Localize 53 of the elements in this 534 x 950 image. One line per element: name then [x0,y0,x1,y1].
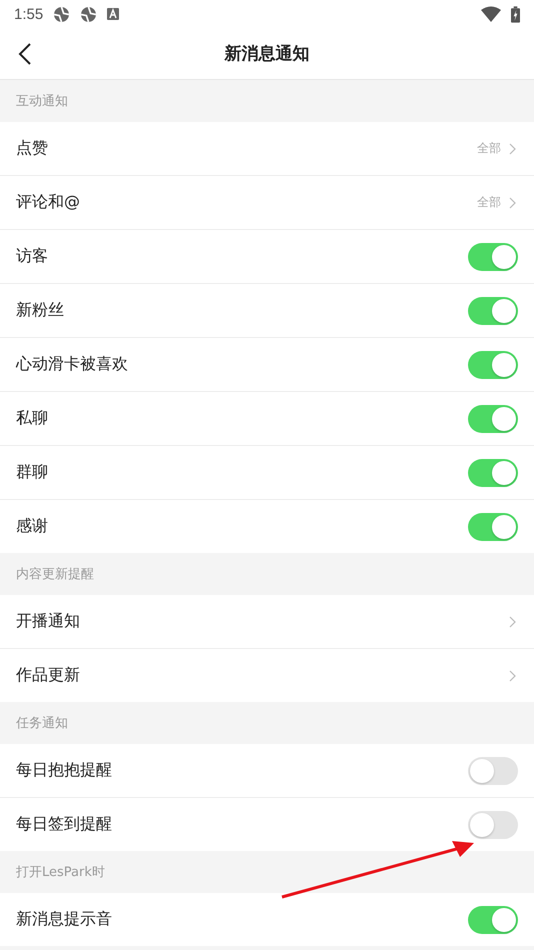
wifi-icon [481,6,501,22]
settings-row[interactable]: 新粉丝 [0,284,534,338]
app-notification-icon [107,8,120,20]
settings-row[interactable]: 感谢 [0,500,534,553]
toggle-switch[interactable] [468,458,518,486]
row-label: 作品更新 [16,665,81,686]
page-title: 新消息通知 [224,43,310,65]
section-header: 内容更新提醒 [16,566,94,583]
row-label: 私聊 [16,408,49,429]
chevron-right-icon [509,142,516,154]
row-label: 开播通知 [16,611,81,632]
row-label: 群聊 [16,462,49,483]
aperture-icon [80,6,98,22]
settings-row[interactable]: 每日签到提醒 [0,798,534,851]
section-header: 打开LesPark时 [16,864,105,881]
row-label: 新消息提示音 [16,909,113,930]
settings-row[interactable]: 评论和@ 全部 [0,176,534,230]
toggle-switch[interactable] [468,512,518,540]
row-label: 评论和@ [16,192,81,213]
row-label: 点赞 [16,138,49,159]
toggle-switch[interactable] [468,404,518,432]
row-label: 感谢 [16,516,49,537]
toggle-switch[interactable] [468,810,518,838]
aperture-icon [53,6,70,22]
toggle-switch[interactable] [468,242,518,270]
settings-row[interactable]: 开播通知 [0,595,534,649]
row-value: 全部 [477,140,501,157]
row-label: 每日抱抱提醒 [16,760,113,781]
settings-row[interactable]: 心动滑卡被喜欢 [0,338,534,392]
settings-row[interactable]: 私聊 [0,392,534,446]
toggle-switch[interactable] [468,756,518,784]
toggle-switch[interactable] [468,296,518,324]
chevron-right-icon [509,670,516,682]
settings-row[interactable]: 每日抱抱提醒 [0,744,534,798]
section-header: 互动通知 [16,93,68,110]
toggle-switch[interactable] [468,350,518,378]
settings-row[interactable]: 作品更新 [0,649,534,702]
row-label: 访客 [16,246,49,267]
chevron-right-icon [509,616,516,628]
settings-row[interactable]: 新消息提示音 [0,893,534,946]
settings-row[interactable]: 群聊 [0,446,534,500]
status-time: 1:55 [14,6,44,22]
section-header: 任务通知 [16,715,68,732]
chevron-right-icon [509,196,516,208]
row-value: 全部 [477,194,501,211]
back-icon[interactable] [18,42,32,66]
row-label: 每日签到提醒 [16,814,113,835]
row-label: 新粉丝 [16,300,65,321]
row-label: 心动滑卡被喜欢 [16,354,129,375]
settings-row[interactable]: 访客 [0,230,534,284]
toggle-switch[interactable] [468,906,518,934]
battery-charging-icon [511,6,520,22]
settings-row[interactable]: 点赞 全部 [0,122,534,176]
